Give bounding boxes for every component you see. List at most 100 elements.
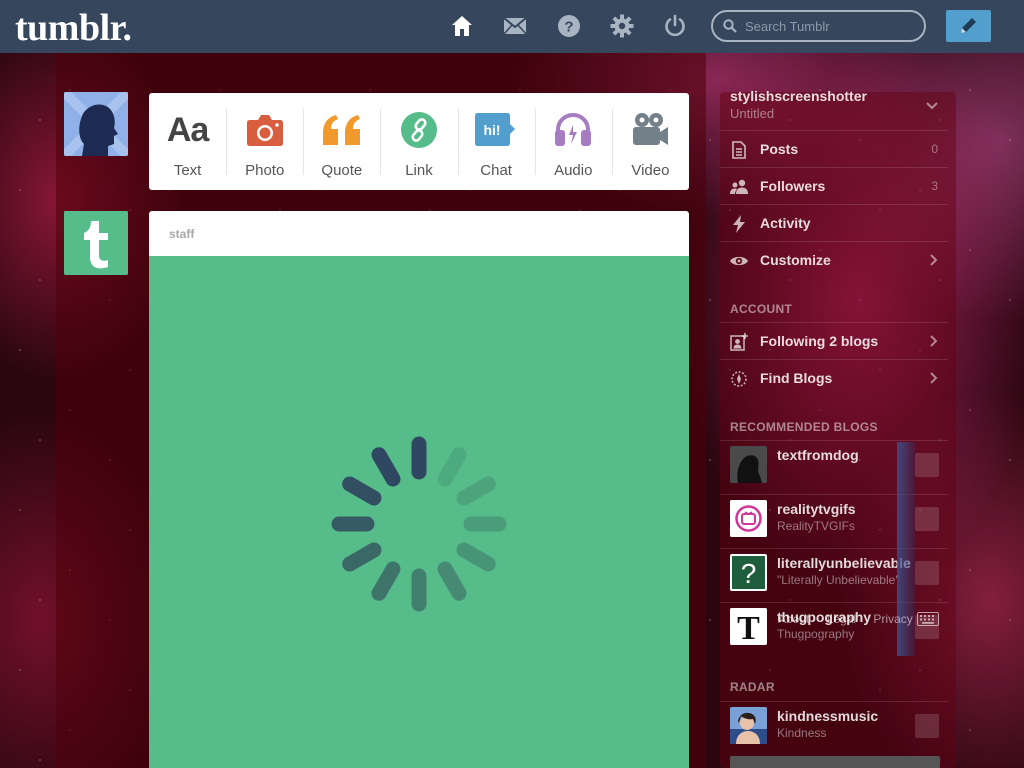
blog-name: literallyunbelievable	[777, 555, 911, 571]
user-avatar[interactable]	[64, 92, 128, 156]
post-type-label: Chat	[480, 162, 512, 179]
quote-icon	[322, 115, 360, 145]
sidebar-item-posts[interactable]: Posts 0	[720, 130, 948, 167]
blog-avatar: ?	[730, 554, 767, 591]
blog-subtitle: Thugpography	[777, 627, 855, 641]
sidebar-item-activity[interactable]: Activity	[720, 204, 948, 241]
staff-avatar[interactable]	[64, 211, 128, 275]
post-type-bar: Aa Text Photo Quote Link hi! Chat Audio …	[149, 93, 689, 190]
sidebar-item-count: 0	[931, 142, 938, 156]
chevron-right-icon	[930, 372, 938, 384]
mail-icon[interactable]	[503, 14, 527, 38]
camera-icon	[246, 115, 283, 146]
sidebar-item-label: Followers	[760, 178, 826, 194]
letter-t-icon: T	[730, 608, 767, 645]
post-type-video[interactable]: Video	[611, 93, 689, 190]
top-navigation-bar: tumblr. ?	[0, 0, 1024, 53]
blog-switcher[interactable]: stylishscreenshotter Untitled	[730, 88, 950, 128]
tv-icon	[730, 500, 767, 537]
question-mark-icon: ?	[732, 556, 765, 589]
post-type-link[interactable]: Link	[380, 93, 457, 190]
dog-silhouette-icon	[730, 446, 767, 483]
sidebar-item-label: Posts	[760, 141, 799, 157]
compose-button[interactable]	[946, 10, 991, 42]
blog-name: textfromdog	[777, 447, 859, 463]
sidebar-item-customize[interactable]: Customize	[720, 241, 948, 278]
post-author[interactable]: staff	[149, 211, 689, 256]
keyboard-icon[interactable]	[917, 612, 939, 626]
sidebar-item-label: Activity	[760, 215, 811, 231]
tumblr-logo[interactable]: tumblr.	[15, 6, 132, 50]
post-type-label: Video	[631, 162, 670, 179]
blog-avatar: T	[730, 608, 767, 645]
post-type-label: Link	[405, 162, 433, 179]
gear-icon[interactable]	[610, 14, 634, 38]
search-box[interactable]	[711, 10, 926, 42]
follow-button[interactable]	[915, 714, 939, 738]
help-icon[interactable]: ?	[557, 14, 581, 38]
post-content-loading	[149, 256, 689, 768]
footer-links: About Legal Privacy	[778, 612, 927, 626]
home-icon[interactable]	[450, 14, 474, 38]
post-type-label: Quote	[321, 162, 363, 179]
text-icon: Aa	[166, 110, 209, 149]
tumblr-t-icon	[64, 211, 128, 275]
svg-text:T: T	[737, 610, 760, 645]
post-type-chat[interactable]: hi! Chat	[457, 93, 535, 190]
search-input[interactable]	[745, 17, 915, 35]
sidebar-item-label: Find Blogs	[760, 370, 833, 386]
radar-blog[interactable]: kindnessmusic Kindness	[720, 701, 948, 753]
video-camera-icon	[633, 113, 669, 145]
post-type-photo[interactable]: Photo	[226, 93, 303, 190]
blog-name: realitytvgifs	[777, 501, 856, 517]
chevron-down-icon	[926, 102, 938, 110]
chat-icon: hi!	[475, 113, 516, 146]
privacy-link[interactable]: Privacy	[873, 612, 912, 626]
blog-subtitle: "Literally Unbelievable"	[777, 573, 900, 587]
follow-button[interactable]	[915, 561, 939, 585]
loading-spinner-icon	[331, 436, 507, 612]
power-icon[interactable]	[663, 14, 687, 38]
add-person-icon	[730, 333, 748, 351]
blog-avatar	[730, 707, 767, 744]
svg-text:hi!: hi!	[484, 122, 501, 138]
blog-title: Untitled	[730, 106, 775, 121]
radar-section-label: RADAR	[730, 680, 775, 694]
account-section-label: ACCOUNT	[730, 302, 793, 316]
person-photo-icon	[730, 707, 767, 744]
svg-text:?: ?	[741, 558, 757, 589]
link-icon	[400, 112, 437, 148]
blog-avatar	[730, 446, 767, 483]
recommended-section-label: RECOMMENDED BLOGS	[730, 420, 878, 434]
search-icon	[723, 19, 737, 33]
post-type-label: Audio	[554, 162, 593, 179]
post-type-text[interactable]: Aa Text	[149, 93, 226, 190]
svg-text:?: ?	[564, 19, 573, 36]
post-type-label: Photo	[245, 162, 285, 179]
sidebar-item-followers[interactable]: Followers 3	[720, 167, 948, 204]
follow-button[interactable]	[915, 453, 939, 477]
lightning-icon	[733, 215, 745, 233]
follow-button[interactable]	[915, 507, 939, 531]
document-icon	[732, 141, 746, 159]
sidebar-item-following[interactable]: Following 2 blogs	[720, 322, 948, 359]
chevron-right-icon	[930, 335, 938, 347]
post-type-audio[interactable]: Audio	[534, 93, 612, 190]
blog-subtitle: RealityTVGIFs	[777, 519, 856, 533]
dashboard-post: staff	[149, 211, 689, 768]
blog-name: kindnessmusic	[777, 708, 879, 724]
sidebar-item-find-blogs[interactable]: Find Blogs	[720, 359, 948, 396]
blog-name: stylishscreenshotter	[730, 88, 867, 104]
silhouette-icon	[64, 92, 128, 156]
chevron-right-icon	[930, 254, 938, 266]
people-icon	[730, 179, 748, 194]
legal-link[interactable]: Legal	[827, 612, 856, 626]
headphones-icon	[555, 112, 592, 146]
about-link[interactable]: About	[778, 612, 809, 626]
sidebar-item-count: 3	[931, 179, 938, 193]
blog-avatar	[730, 500, 767, 537]
radar-post-preview[interactable]	[730, 756, 940, 768]
blog-subtitle: Kindness	[777, 726, 827, 740]
post-type-quote[interactable]: Quote	[303, 93, 380, 190]
compass-icon	[731, 371, 747, 387]
